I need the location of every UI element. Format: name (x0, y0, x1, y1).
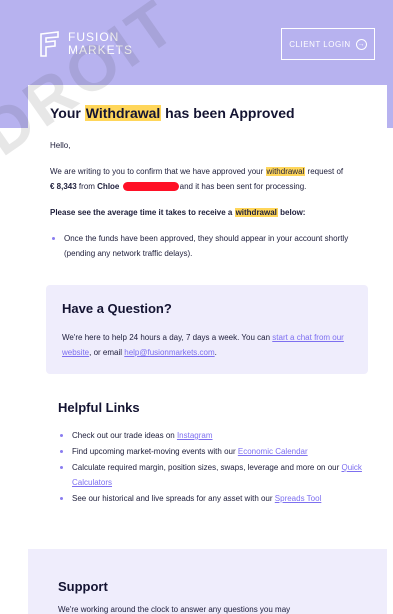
logo-line-2: MARKETS (68, 43, 134, 57)
approval-paragraph: We are writing to you to confirm that we… (50, 164, 365, 194)
logo-text: FUSION MARKETS (68, 31, 133, 57)
question-text-2: , or email (89, 348, 125, 357)
item-text: Check out our trade ideas on (72, 431, 177, 440)
helpful-links-section: Helpful Links Check out our trade ideas … (50, 374, 365, 506)
timing-list: Once the funds have been approved, they … (50, 231, 365, 261)
item-text: See our historical and live spreads for … (72, 494, 275, 503)
fusion-markets-logo[interactable]: FUSION MARKETS (38, 30, 133, 58)
question-text: We're here to help 24 hours a day, 7 day… (62, 330, 352, 360)
p2-text: Please see the average time it takes to … (50, 208, 235, 217)
item-text: Find upcoming market-moving events with … (72, 447, 238, 456)
helpful-links-list: Check out our trade ideas on Instagram F… (58, 428, 365, 506)
client-name: Chloe (97, 182, 120, 191)
list-item: Once the funds have been approved, they … (50, 231, 365, 261)
title-text-1: Your (50, 105, 85, 121)
helpful-links-title: Helpful Links (58, 400, 140, 415)
support-text: We're working around the clock to answer… (58, 605, 291, 614)
instagram-link[interactable]: Instagram (177, 431, 213, 440)
question-text-1: We're here to help 24 hours a day, 7 day… (62, 333, 273, 342)
list-item: See our historical and live spreads for … (58, 491, 365, 506)
p1-tail: and it has been sent for processing. (179, 182, 307, 191)
p1-highlight: withdrawal (265, 167, 306, 176)
economic-calendar-link[interactable]: Economic Calendar (238, 447, 308, 456)
p2-text-2: below: (277, 208, 306, 217)
title-highlight: Withdrawal (84, 105, 162, 121)
withdrawal-amount: € 8,343 (50, 182, 77, 191)
item-text: Calculate required margin, position size… (72, 463, 342, 472)
spreads-tool-link[interactable]: Spreads Tool (275, 494, 322, 503)
list-item: Check out our trade ideas on Instagram (58, 428, 365, 443)
client-login-label: CLIENT LOGIN (289, 39, 351, 49)
support-email-link[interactable]: help@fusionmarkets.com (124, 348, 214, 357)
greeting: Hello, (50, 141, 71, 150)
fusion-logo-icon (40, 31, 59, 57)
list-item: Calculate required margin, position size… (58, 460, 365, 490)
timing-heading: Please see the average time it takes to … (50, 205, 365, 220)
p1-text: We are writing to you to confirm that we… (50, 167, 266, 176)
title-text-2: has been Approved (161, 105, 295, 121)
question-title: Have a Question? (62, 301, 172, 316)
question-panel: Have a Question? We're here to help 24 h… (46, 285, 368, 374)
email-card: Your Withdrawal has been Approved Hello,… (28, 85, 387, 614)
redaction-mark (122, 182, 179, 192)
from-text: from (76, 182, 98, 191)
list-item: Find upcoming market-moving events with … (58, 444, 365, 459)
support-title: Support (58, 579, 108, 594)
support-section: Support We're working around the clock t… (28, 549, 387, 614)
p1-text-2: request of (305, 167, 344, 176)
p2-highlight: withdrawal (234, 208, 278, 217)
client-login-button[interactable]: CLIENT LOGIN → (281, 28, 375, 60)
question-text-3: . (214, 348, 217, 357)
arrow-right-icon: → (355, 38, 367, 50)
page-title: Your Withdrawal has been Approved (50, 105, 365, 121)
